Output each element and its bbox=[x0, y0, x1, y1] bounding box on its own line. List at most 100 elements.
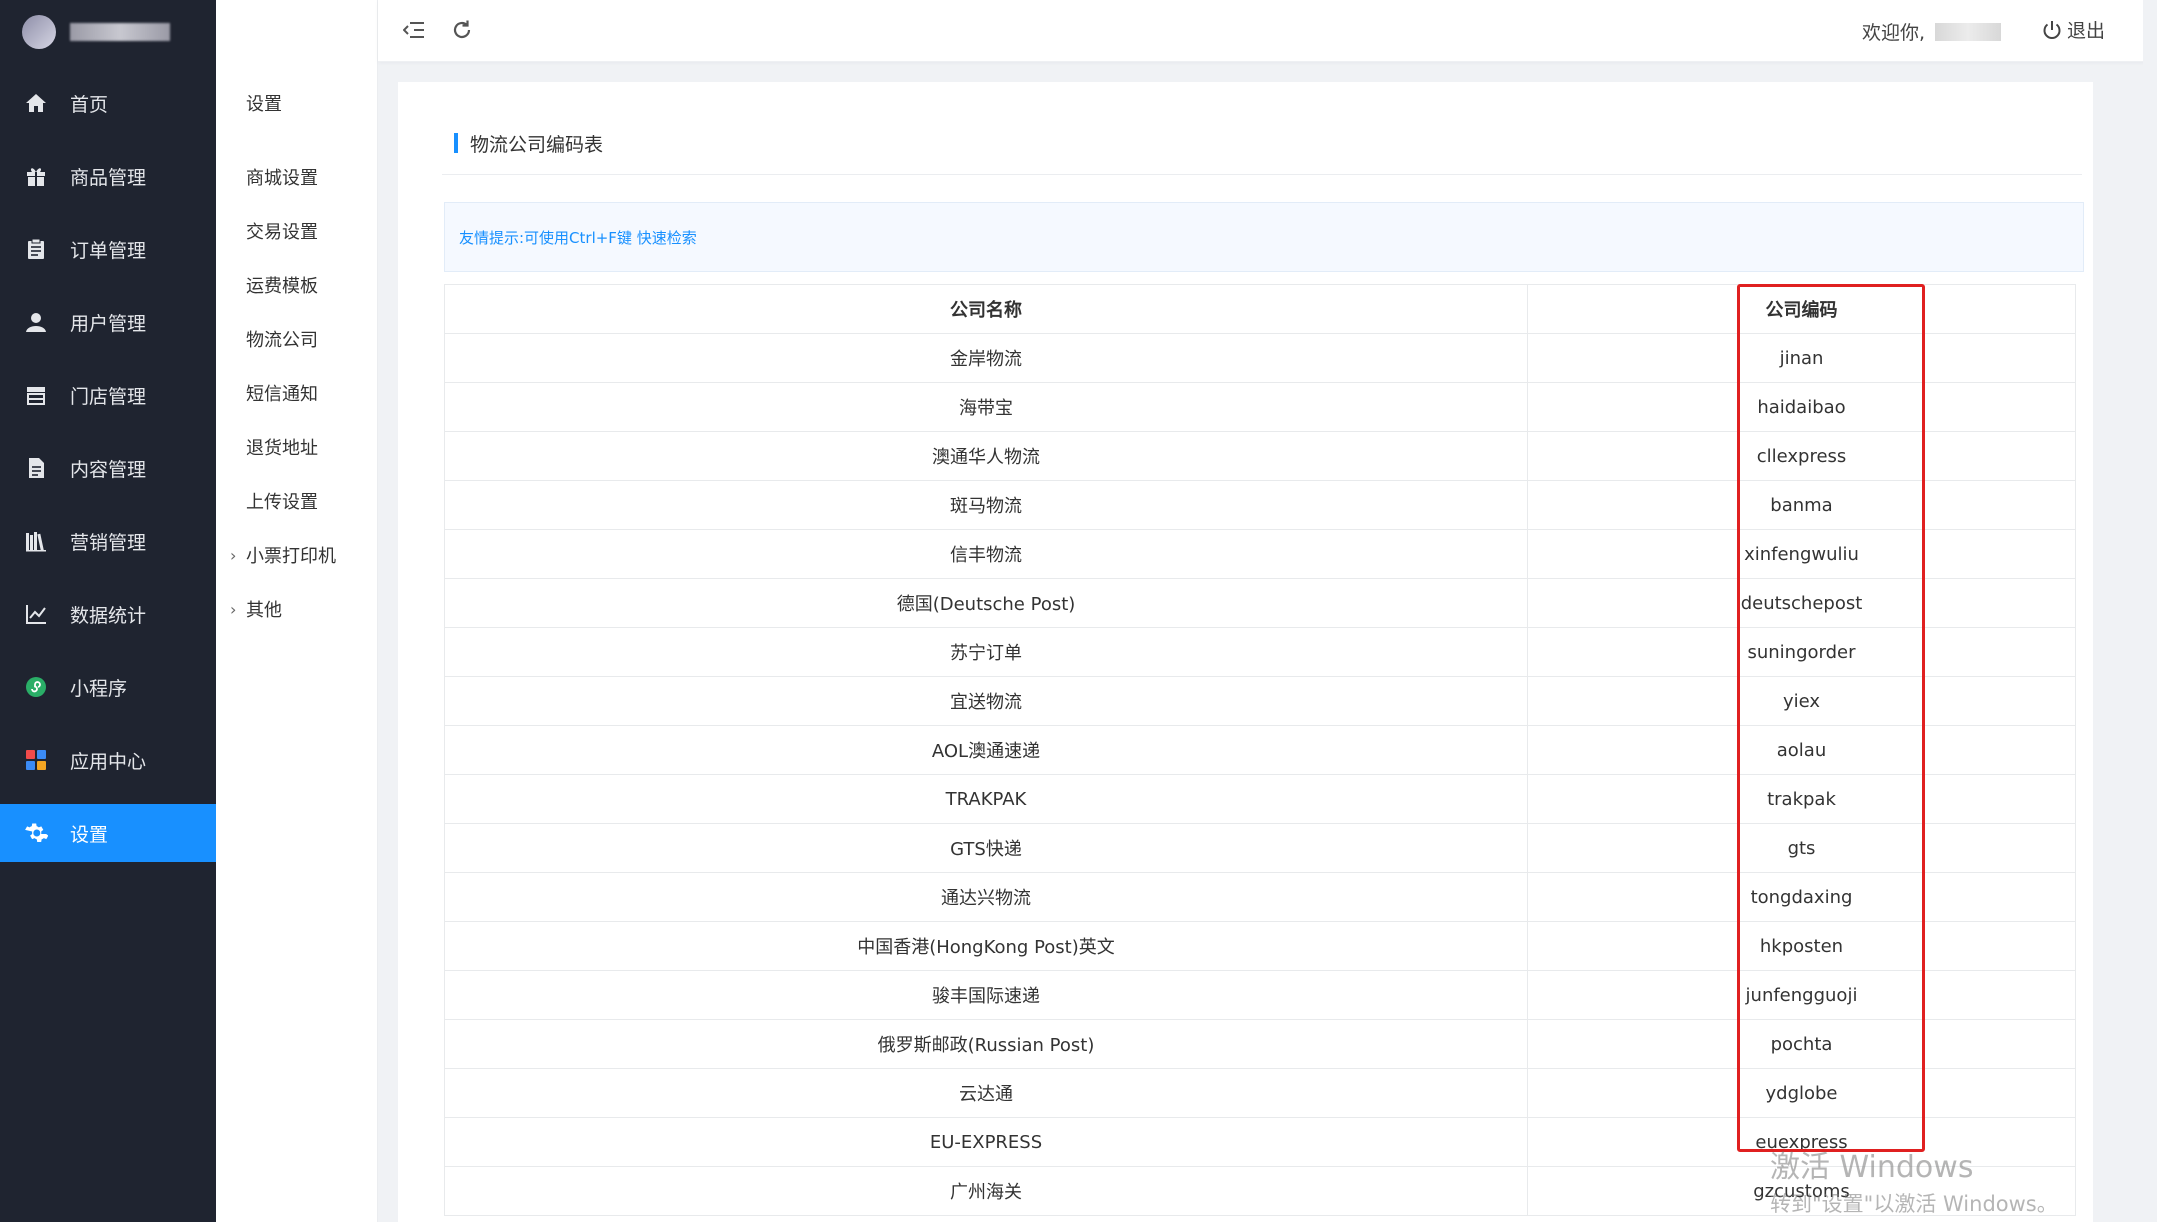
company-code-cell: hkposten bbox=[1527, 921, 2076, 971]
logo[interactable] bbox=[0, 0, 216, 64]
company-code-cell: ydglobe bbox=[1527, 1068, 2076, 1118]
chevron-right-icon: › bbox=[230, 599, 237, 619]
table-row: AOL澳通速递 aolau bbox=[444, 725, 2076, 775]
company-name-cell: 苏宁订单 bbox=[444, 627, 1528, 677]
username-blurred bbox=[1935, 22, 2001, 41]
table-row: 金岸物流 jinan bbox=[444, 333, 2076, 383]
gift-icon bbox=[24, 164, 48, 188]
company-code-cell: xinfengwuliu bbox=[1527, 529, 2076, 579]
apps-icon bbox=[24, 748, 48, 772]
chevron-right-icon: › bbox=[230, 545, 237, 565]
company-code-cell: gzcustoms bbox=[1527, 1166, 2076, 1216]
table-row: 德国(Deutsche Post) deutschepost bbox=[444, 578, 2076, 628]
company-name-cell: TRAKPAK bbox=[444, 774, 1528, 824]
sidebar-item-3[interactable]: 用户管理 bbox=[0, 293, 216, 351]
table-row: 斑马物流 banma bbox=[444, 480, 2076, 530]
sidebar-item-2[interactable]: 订单管理 bbox=[0, 220, 216, 278]
submenu-item-6[interactable]: 上传设置 bbox=[216, 474, 377, 528]
table-body: 金岸物流 jinan 海带宝 haidaibao 澳通华人物流 cllexpress 斑马物… bbox=[444, 333, 2076, 1216]
company-name-cell: 德国(Deutsche Post) bbox=[444, 578, 1528, 628]
sidebar-item-6[interactable]: 营销管理 bbox=[0, 512, 216, 570]
submenu-item-8[interactable]: › 其他 bbox=[216, 582, 377, 636]
company-name-cell: 斑马物流 bbox=[444, 480, 1528, 530]
sidebar-item-9[interactable]: 应用中心 bbox=[0, 731, 216, 789]
mini-program-icon bbox=[24, 675, 48, 699]
sidebar-item-7[interactable]: 数据统计 bbox=[0, 585, 216, 643]
table-row: 宜送物流 yiex bbox=[444, 676, 2076, 726]
settings-submenu: 设置 商城设置交易设置运费模板物流公司短信通知退货地址 上传设置 › 小票打印机 › 其他 bbox=[216, 0, 378, 1222]
column-header-company-code: 公司编码 bbox=[1527, 284, 2076, 334]
company-code-cell: gts bbox=[1527, 823, 2076, 873]
sidebar-item-label: 门店管理 bbox=[70, 385, 147, 408]
home-icon bbox=[24, 91, 48, 115]
logout-button[interactable]: 退出 bbox=[2041, 16, 2105, 43]
table-header-row: 公司名称 公司编码 bbox=[444, 284, 2076, 334]
company-name-cell: 俄罗斯邮政(Russian Post) bbox=[444, 1019, 1528, 1069]
submenu-item-1[interactable]: 交易设置 bbox=[216, 204, 377, 258]
sidebar-item-label: 订单管理 bbox=[70, 239, 147, 262]
company-name-cell: 海带宝 bbox=[444, 382, 1528, 432]
company-name-cell: 广州海关 bbox=[444, 1166, 1528, 1216]
company-name-cell: 金岸物流 bbox=[444, 333, 1528, 383]
document-icon bbox=[24, 456, 48, 480]
sidebar-item-label: 应用中心 bbox=[70, 750, 147, 773]
top-header: 欢迎你, 退出 bbox=[378, 0, 2157, 62]
store-icon bbox=[24, 383, 48, 407]
sidebar-item-5[interactable]: 内容管理 bbox=[0, 439, 216, 497]
company-name-cell: EU-EXPRESS bbox=[444, 1117, 1528, 1167]
table-row: 骏丰国际速递 junfengguoji bbox=[444, 970, 2076, 1020]
submenu-item-2[interactable]: 运费模板 bbox=[216, 258, 377, 312]
refresh-icon[interactable] bbox=[448, 16, 476, 44]
company-name-cell: 通达兴物流 bbox=[444, 872, 1528, 922]
company-code-cell: cllexpress bbox=[1527, 431, 2076, 481]
submenu-item-label: 交易设置 bbox=[246, 222, 318, 243]
table-row: 中国香港(HongKong Post)英文 hkposten bbox=[444, 921, 2076, 971]
sidebar-item-1[interactable]: 商品管理 bbox=[0, 147, 216, 205]
collapse-menu-icon[interactable] bbox=[400, 16, 428, 44]
gear-icon bbox=[24, 821, 48, 845]
company-name-cell: GTS快递 bbox=[444, 823, 1528, 873]
submenu-item-label: 短信通知 bbox=[246, 384, 318, 405]
table-row: 澳通华人物流 cllexpress bbox=[444, 431, 2076, 481]
company-code-cell: suningorder bbox=[1527, 627, 2076, 677]
sidebar-item-8[interactable]: 小程序 bbox=[0, 658, 216, 716]
table-row: 通达兴物流 tongdaxing bbox=[444, 872, 2076, 922]
tip-text: 友情提示:可使用Ctrl+F键 快速检索 bbox=[459, 228, 697, 247]
submenu-title: 设置 bbox=[246, 94, 282, 115]
sidebar-item-label: 商品管理 bbox=[70, 166, 147, 189]
logout-label: 退出 bbox=[2066, 20, 2105, 42]
sidebar-item-4[interactable]: 门店管理 bbox=[0, 366, 216, 424]
company-code-cell: haidaibao bbox=[1527, 382, 2076, 432]
welcome-label: 欢迎你, bbox=[1861, 22, 1925, 44]
submenu-item-label: 小票打印机 bbox=[246, 546, 336, 567]
page-title: 物流公司编码表 bbox=[454, 130, 603, 156]
company-code-cell: tongdaxing bbox=[1527, 872, 2076, 922]
line-chart-icon bbox=[24, 602, 48, 626]
company-code-cell: deutschepost bbox=[1527, 578, 2076, 628]
table-row: 俄罗斯邮政(Russian Post) pochta bbox=[444, 1019, 2076, 1069]
table-row: 海带宝 haidaibao bbox=[444, 382, 2076, 432]
sidebar-item-0[interactable]: 首页 bbox=[0, 74, 216, 132]
company-name-cell: 信丰物流 bbox=[444, 529, 1528, 579]
clipboard-icon bbox=[24, 237, 48, 261]
table-row: TRAKPAK trakpak bbox=[444, 774, 2076, 824]
sidebar-item-label: 数据统计 bbox=[70, 604, 147, 627]
submenu-item-label: 物流公司 bbox=[246, 330, 318, 351]
company-code-cell: trakpak bbox=[1527, 774, 2076, 824]
company-name-cell: 澳通华人物流 bbox=[444, 431, 1528, 481]
submenu-item-3[interactable]: 物流公司 bbox=[216, 312, 377, 366]
sidebar-item-label: 内容管理 bbox=[70, 458, 147, 481]
logo-icon bbox=[22, 15, 56, 49]
sidebar-item-label: 营销管理 bbox=[70, 531, 147, 554]
content-card: 物流公司编码表 友情提示:可使用Ctrl+F键 快速检索 公司名称 公司编码 金… bbox=[398, 82, 2093, 1222]
submenu-item-0[interactable]: 商城设置 bbox=[216, 150, 377, 204]
submenu-item-label: 其他 bbox=[246, 600, 282, 621]
company-code-cell: aolau bbox=[1527, 725, 2076, 775]
submenu-item-5[interactable]: 退货地址 bbox=[216, 420, 377, 474]
submenu-item-4[interactable]: 短信通知 bbox=[216, 366, 377, 420]
submenu-item-7[interactable]: › 小票打印机 bbox=[216, 528, 377, 582]
sidebar-item-label: 用户管理 bbox=[70, 312, 147, 335]
sidebar-item-10[interactable]: 设置 bbox=[0, 804, 216, 862]
title-divider bbox=[442, 174, 2082, 175]
user-icon bbox=[24, 310, 48, 334]
